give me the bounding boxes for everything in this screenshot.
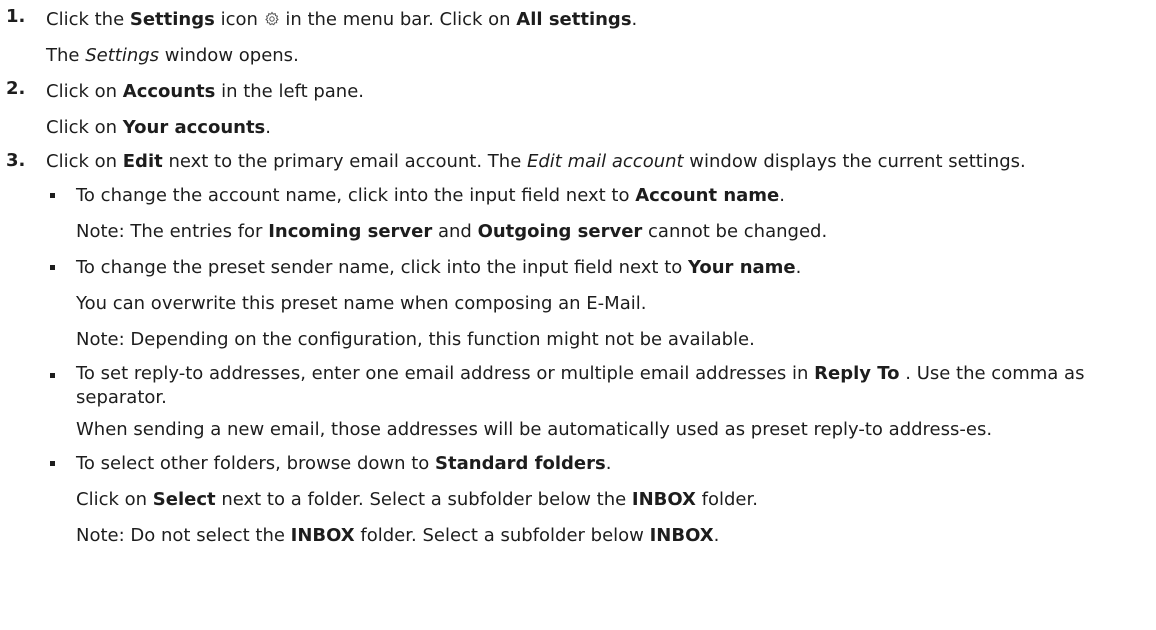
step-1: 1. Click the Settings icon in the menu b… [6, 6, 1156, 70]
step-2: 2. Click on Accounts in the left pane. C… [6, 78, 1156, 142]
settings-label: Settings [129, 9, 215, 30]
all-settings-label: All settings [516, 9, 632, 30]
list-item: To change the preset sender name, click … [46, 254, 1156, 354]
list-item: To set reply-to addresses, enter one ema… [46, 362, 1156, 442]
bullet-marker [50, 373, 55, 378]
sub-steps-list: To change the account name, click into t… [46, 182, 1156, 550]
step-1-line-1: Click the Settings icon in the menu bar.… [46, 9, 638, 30]
bullet-marker [50, 193, 55, 198]
instructions-document: 1. Click the Settings icon in the menu b… [0, 0, 1156, 550]
step-2-line-2: Click on Your accounts. [46, 117, 272, 138]
step-number: 3. [6, 150, 26, 171]
bullet-marker [50, 461, 55, 466]
step-3: 3. Click on Edit next to the primary ema… [6, 150, 1156, 550]
list-item: To change the account name, click into t… [46, 182, 1156, 246]
bullet-marker [50, 265, 55, 270]
gear-icon [264, 11, 279, 26]
step-number: 2. [6, 78, 26, 99]
step-1-line-2: The Settings window opens. [46, 45, 299, 66]
step-3-line-1: Click on Edit next to the primary email … [46, 151, 1026, 172]
step-2-line-1: Click on Accounts in the left pane. [46, 81, 365, 102]
step-number: 1. [6, 6, 26, 27]
list-item: To select other folders, browse down to … [46, 450, 1156, 550]
